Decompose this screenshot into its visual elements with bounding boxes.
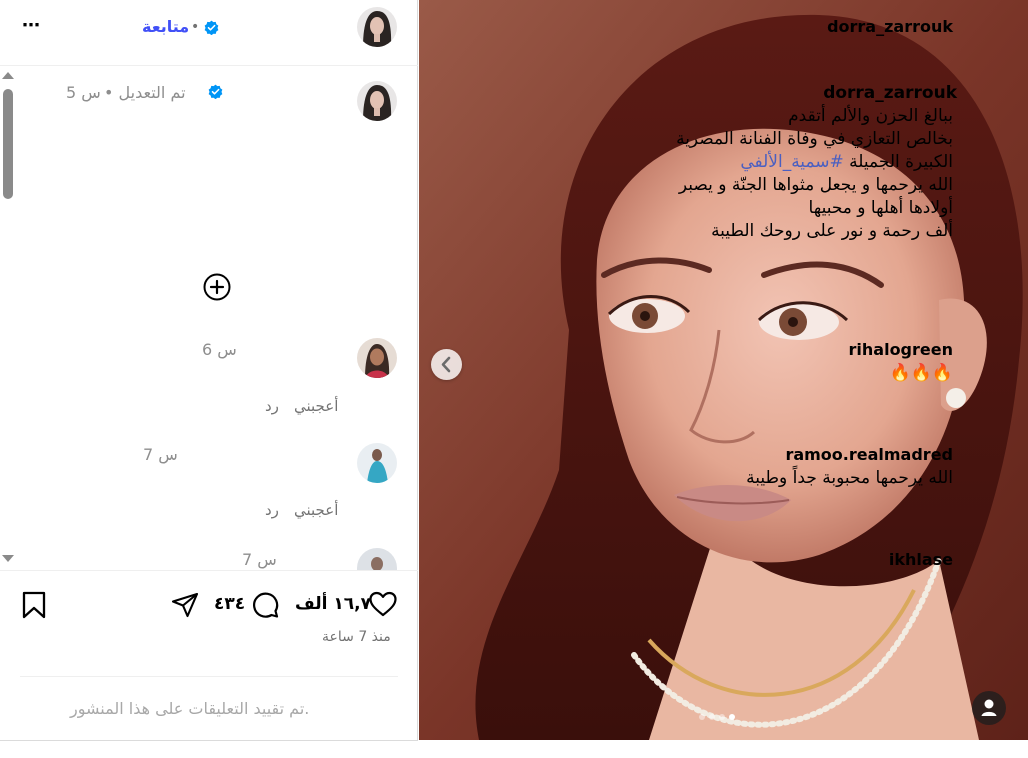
actions-divider xyxy=(0,570,418,571)
load-more-comments-button[interactable] xyxy=(203,273,231,301)
avatar-image xyxy=(357,7,397,47)
user-icon xyxy=(981,699,997,716)
caption-line: بخالص التعازي في وفاة الفنانة المصرية xyxy=(676,129,953,149)
panel-bottom-divider xyxy=(0,740,418,741)
comments-restricted-notice: تم تقييد التعليقات على هذا المنشور. xyxy=(70,699,310,718)
caption-author-avatar[interactable] xyxy=(357,81,397,121)
verified-badge-icon xyxy=(208,84,223,103)
comment-timestamp[interactable]: 7 س xyxy=(143,445,178,465)
bookmark-icon xyxy=(22,591,46,619)
caption-timestamp[interactable]: 5 س xyxy=(66,82,101,104)
comment-timestamp[interactable]: 7 س xyxy=(242,550,277,570)
reply-button[interactable]: رد xyxy=(265,501,279,519)
tagged-users-button[interactable] xyxy=(972,691,1006,725)
likes-count[interactable]: ١٦,٧ ألف xyxy=(295,593,371,615)
chevron-left-icon xyxy=(441,356,451,373)
header-separator: • xyxy=(191,19,200,35)
save-button[interactable] xyxy=(20,590,48,620)
share-button[interactable] xyxy=(170,590,200,620)
more-options-icon[interactable]: ⋯ xyxy=(22,16,41,36)
caption-line: أولادها أهلها و محبيها xyxy=(808,198,953,218)
hashtag-link[interactable]: #سمية_الألفي xyxy=(740,152,843,172)
previous-slide-button[interactable] xyxy=(431,349,462,380)
commenter-username[interactable]: ikhlase xyxy=(889,550,953,570)
heart-icon xyxy=(369,591,397,617)
caption-text: الكبيرة الجميلة xyxy=(849,152,953,172)
plus-circle-icon xyxy=(203,273,231,301)
like-button[interactable] xyxy=(368,590,398,618)
edited-label: • تم التعديل xyxy=(104,83,186,102)
commenter-username[interactable]: rihalogreen xyxy=(849,340,953,360)
caption-line: ألف رحمة و نور على روحك الطيبة xyxy=(711,221,953,241)
caption-line: الكبيرة الجميلة #سمية_الألفي xyxy=(740,151,953,174)
carousel-dot xyxy=(719,714,725,720)
follow-button[interactable]: متابعة xyxy=(142,17,189,37)
commenter-avatar[interactable] xyxy=(357,338,397,378)
post-timestamp[interactable]: منذ 7 ساعة xyxy=(322,628,391,646)
like-comment-button[interactable]: أعجبني xyxy=(294,501,338,519)
comment-button[interactable] xyxy=(250,590,280,620)
comment-timestamp[interactable]: 6 س xyxy=(202,340,237,360)
scrollbar-thumb[interactable] xyxy=(3,89,13,199)
carousel-dot xyxy=(709,714,715,720)
verified-badge-icon xyxy=(204,20,219,39)
avatar-image xyxy=(357,81,397,121)
paper-plane-icon xyxy=(171,592,199,618)
caption-username[interactable]: dorra_zarrouk xyxy=(823,82,957,104)
like-comment-button[interactable]: أعجبني xyxy=(294,397,338,415)
caption-line: الله يرحمها و يجعل مثواها الجنّة و يصبر xyxy=(678,175,953,195)
author-avatar[interactable] xyxy=(357,7,397,47)
avatar-image xyxy=(357,443,397,483)
reply-button[interactable]: رد xyxy=(265,397,279,415)
scroll-down-arrow-icon[interactable] xyxy=(2,555,14,562)
comment-bubble-icon xyxy=(253,592,279,618)
caption-line: ببالغ الحزن والألم أتقدم xyxy=(788,106,953,126)
carousel-dot xyxy=(699,714,705,720)
scroll-up-arrow-icon[interactable] xyxy=(2,72,14,79)
commenter-avatar[interactable] xyxy=(357,443,397,483)
carousel-dot-active xyxy=(729,714,735,720)
commenter-username[interactable]: ramoo.realmadred xyxy=(785,445,953,465)
footer-divider xyxy=(20,676,398,677)
avatar-image xyxy=(357,338,397,378)
comment-text: الله يرحمها محبوبة جداً وطيبة xyxy=(746,468,953,488)
comments-count[interactable]: ٤٣٤ xyxy=(214,593,245,615)
header-divider xyxy=(0,65,418,66)
comment-text: 🔥🔥🔥 xyxy=(889,363,953,383)
author-username[interactable]: dorra_zarrouk xyxy=(827,17,953,37)
